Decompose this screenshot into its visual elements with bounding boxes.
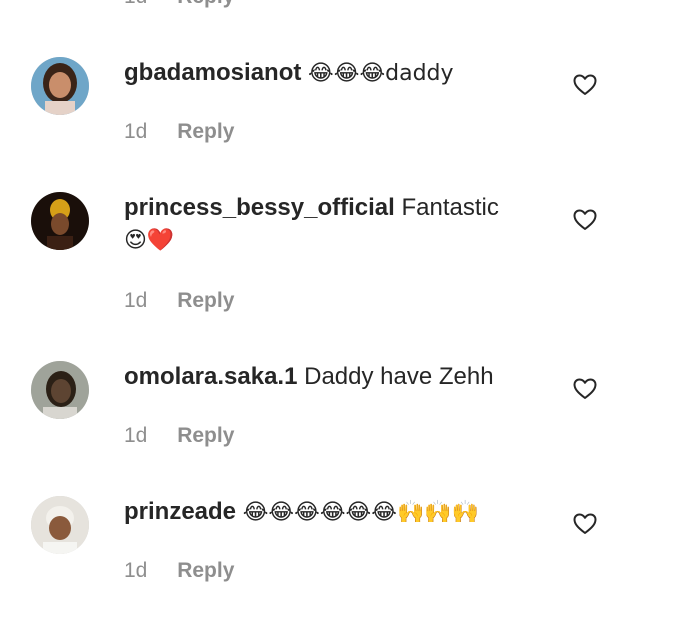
comment-meta: 1d Reply — [124, 119, 234, 145]
comment-time: 1d — [124, 120, 148, 143]
comment-time: 1d — [124, 0, 147, 8]
like-heart-icon[interactable] — [573, 209, 597, 231]
avatar[interactable] — [31, 192, 89, 250]
comment-text: princess_bessy_official Fantastic 😍❤️ — [124, 192, 544, 257]
comment-meta: 1d Reply — [124, 423, 234, 449]
comment-body: 😂😂😂daddy — [308, 61, 454, 86]
comment-body-emoji: 😍❤️ — [124, 228, 175, 253]
comment-meta: 1d Reply — [124, 558, 234, 584]
reply-button[interactable]: Reply — [177, 0, 234, 8]
avatar[interactable] — [31, 361, 89, 419]
like-heart-icon[interactable] — [573, 513, 597, 535]
avatar[interactable] — [31, 496, 89, 554]
reply-button[interactable]: Reply — [177, 559, 234, 582]
comment-text: prinzeade 😂😂😂😂😂😂🙌🙌🙌 — [124, 496, 544, 529]
comment-text: omolara.saka.1 Daddy have Zehh — [124, 361, 544, 393]
reply-button[interactable]: Reply — [177, 424, 234, 447]
previous-comment-meta: 1d Reply — [124, 0, 234, 10]
comment-username[interactable]: prinzeade — [124, 498, 236, 525]
reply-button[interactable]: Reply — [177, 289, 234, 312]
comment-time: 1d — [124, 424, 148, 447]
like-heart-icon[interactable] — [573, 378, 597, 400]
like-heart-icon[interactable] — [573, 74, 597, 96]
comment-meta: 1d Reply — [124, 288, 234, 314]
comment-username[interactable]: omolara.saka.1 — [124, 363, 297, 390]
comment-text: gbadamosianot 😂😂😂daddy — [124, 57, 544, 90]
comment-body: Daddy have Zehh — [304, 363, 494, 390]
comment-time: 1d — [124, 289, 148, 312]
comment-time: 1d — [124, 559, 148, 582]
comment-username[interactable]: gbadamosianot — [124, 59, 301, 86]
comment-username[interactable]: princess_bessy_official — [124, 194, 395, 221]
avatar[interactable] — [31, 57, 89, 115]
reply-button[interactable]: Reply — [177, 120, 234, 143]
comment-body: 😂😂😂😂😂😂🙌🙌🙌 — [242, 500, 480, 525]
comment-body: Fantastic — [401, 194, 499, 221]
